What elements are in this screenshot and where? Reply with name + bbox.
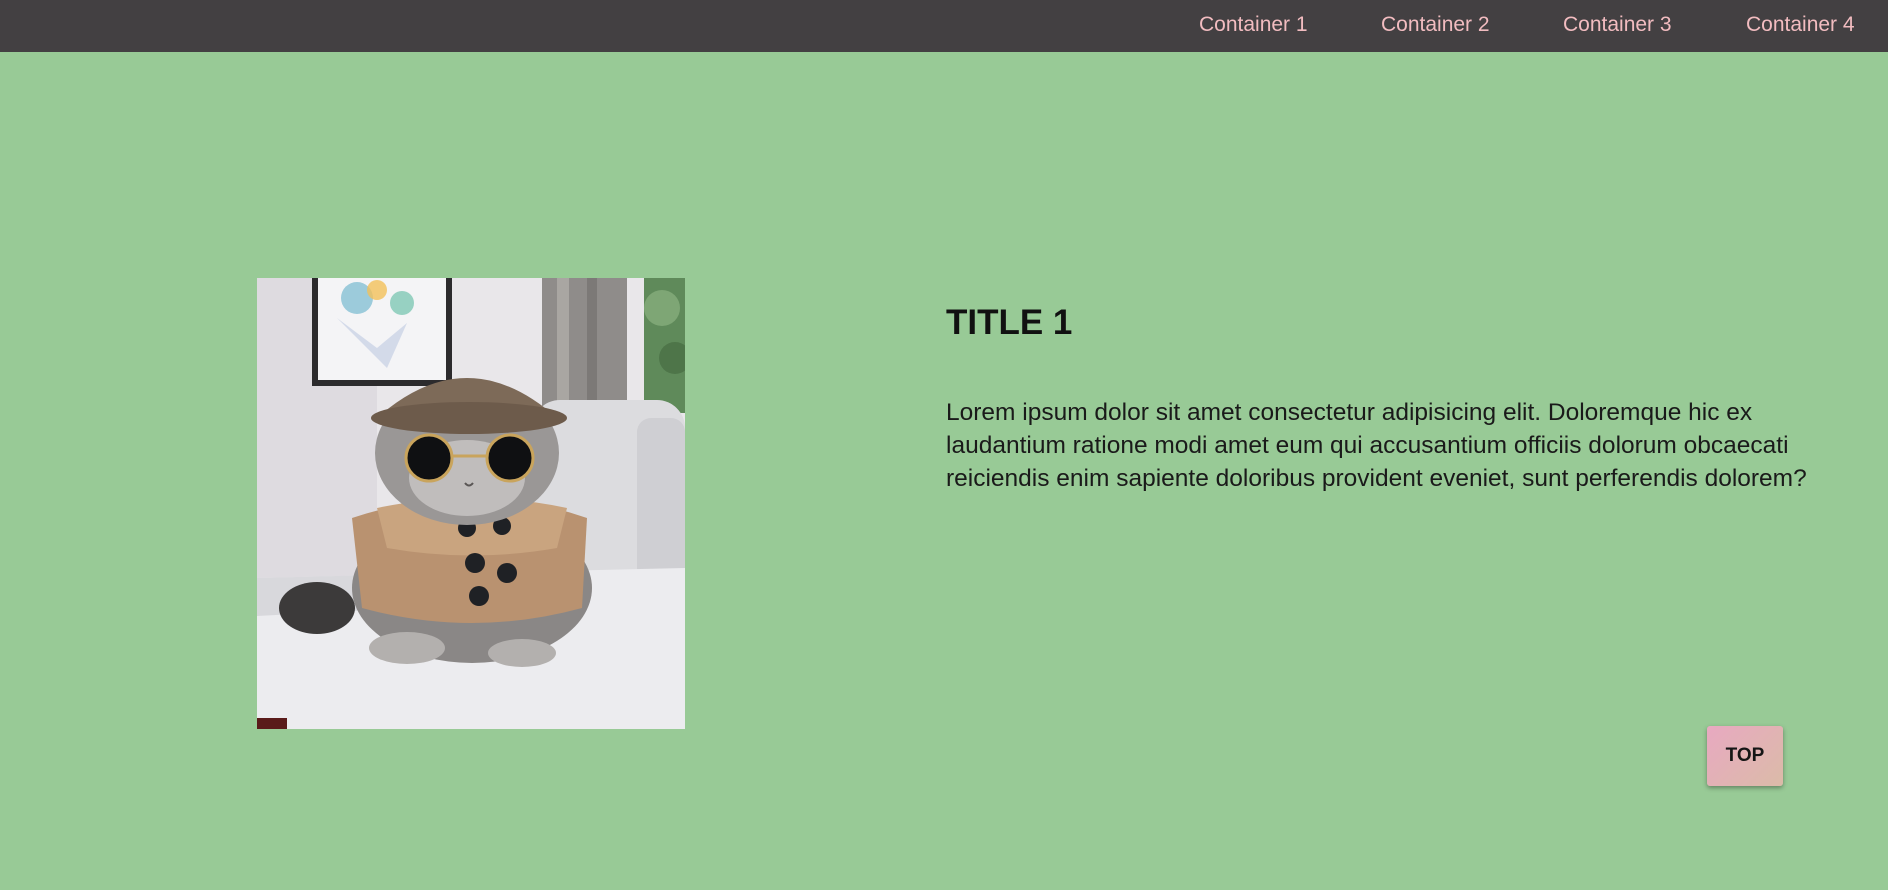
nav-link-container-1[interactable]: Container 1 [1199,13,1308,37]
nav-link-container-2[interactable]: Container 2 [1381,13,1490,37]
nav-link-container-3[interactable]: Container 3 [1563,13,1672,37]
back-to-top-button[interactable]: TOP [1707,726,1783,786]
top-navbar: Container 1 Container 2 Container 3 Cont… [0,0,1888,52]
section-title: TITLE 1 [946,303,1073,342]
nav-link-container-4[interactable]: Container 4 [1746,13,1855,37]
cat-photo [257,278,685,729]
section-body-text: Lorem ipsum dolor sit amet consectetur a… [946,399,1807,492]
